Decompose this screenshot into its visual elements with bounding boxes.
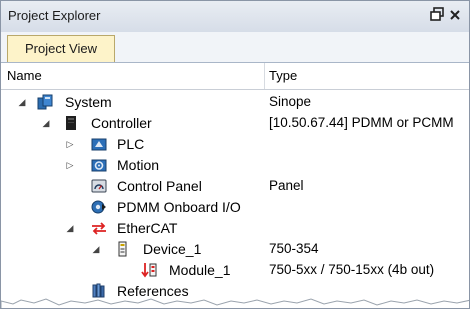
ethercat-icon	[91, 220, 107, 236]
tree-item-label: PDMM Onboard I/O	[117, 199, 241, 215]
tree-item-type: [10.50.67.44] PDMM or PCMM	[269, 115, 454, 130]
control-panel-icon	[91, 178, 107, 194]
torn-edge-decoration	[1, 298, 469, 308]
tree-item-module-1[interactable]: Module_1 750-5xx / 750-15xx (4b out)	[1, 261, 469, 281]
collapsed-arrow-icon[interactable]: ▷	[65, 137, 75, 151]
tree-item-plc[interactable]: ▷ PLC	[1, 135, 469, 155]
collapsed-arrow-icon[interactable]: ▷	[65, 158, 75, 172]
system-icon	[37, 94, 53, 110]
tree-item-motion[interactable]: ▷ Motion	[1, 156, 469, 176]
tree-item-label: System	[65, 94, 112, 110]
title-bar[interactable]: Project Explorer	[1, 1, 469, 33]
expanded-arrow-icon[interactable]: ◢	[91, 242, 101, 256]
tree-item-control-panel[interactable]: Control Panel Panel	[1, 177, 469, 197]
close-icon[interactable]	[447, 7, 463, 25]
device-icon	[115, 241, 131, 257]
window-title: Project Explorer	[8, 8, 101, 23]
column-header-type[interactable]: Type	[269, 68, 297, 83]
plc-icon	[91, 136, 107, 152]
tree-item-label: Module_1	[169, 262, 231, 278]
tree-item-onboard-io[interactable]: PDMM Onboard I/O	[1, 198, 469, 218]
tree-item-label: Device_1	[143, 241, 202, 257]
tree-item-type: Panel	[269, 178, 304, 193]
expanded-arrow-icon[interactable]: ◢	[41, 116, 51, 130]
expanded-arrow-icon[interactable]: ◢	[65, 221, 75, 235]
tree-item-label: PLC	[117, 136, 145, 152]
float-window-icon[interactable]	[429, 7, 445, 25]
tree-item-label: Control Panel	[117, 178, 202, 194]
tab-strip: Project View	[1, 32, 469, 63]
tree-item-label: Controller	[91, 115, 152, 131]
column-header-name[interactable]: Name	[7, 68, 42, 83]
motion-icon	[91, 157, 107, 173]
tree-item-label: EtherCAT	[117, 220, 178, 236]
module-icon	[141, 262, 157, 278]
onboard-io-icon	[91, 199, 107, 215]
column-separator[interactable]	[264, 63, 265, 89]
controller-icon	[63, 115, 79, 131]
tree-item-controller[interactable]: ◢ Controller [10.50.67.44] PDMM or PCMM	[1, 114, 469, 134]
tab-project-view[interactable]: Project View	[7, 35, 115, 62]
project-explorer-window: Project Explorer Project View Name Type …	[0, 0, 470, 309]
tree-item-system[interactable]: ◢ System Sinope	[1, 93, 469, 113]
tree-item-type: Sinope	[269, 94, 312, 109]
project-tree: ◢ System Sinope ◢ Controller [10.50.67.4…	[1, 90, 469, 308]
tree-item-type: 750-5xx / 750-15xx (4b out)	[269, 262, 435, 277]
column-header: Name Type	[1, 63, 469, 90]
tree-item-ethercat[interactable]: ◢ EtherCAT	[1, 219, 469, 239]
tree-item-type: 750-354	[269, 241, 319, 256]
expanded-arrow-icon[interactable]: ◢	[17, 95, 27, 109]
tree-item-label: Motion	[117, 157, 160, 173]
tree-item-device-1[interactable]: ◢ Device_1 750-354	[1, 240, 469, 260]
